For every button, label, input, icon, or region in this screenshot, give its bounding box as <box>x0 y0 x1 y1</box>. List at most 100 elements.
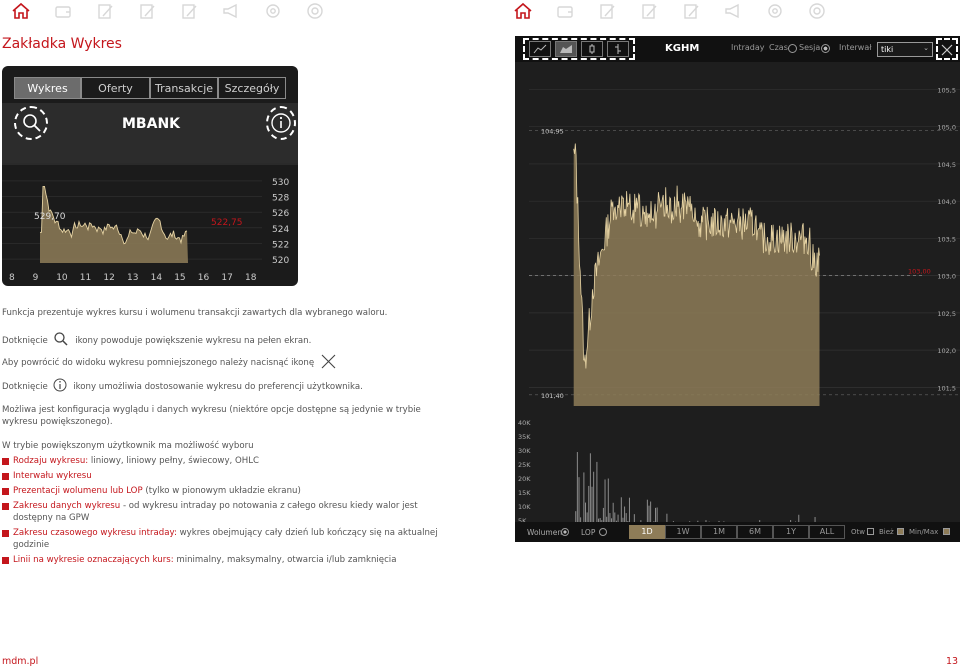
candle-chart-button[interactable] <box>581 41 603 57</box>
y-tick-label: 520 <box>272 256 289 266</box>
paragraph-config: Możliwa jest konfiguracja wyglądu i dany… <box>2 405 421 427</box>
min-price-label: 101,40 <box>541 392 564 400</box>
otw-label[interactable]: Otw <box>851 528 865 536</box>
volume-label[interactable]: Wolumen <box>527 528 562 537</box>
range-6m-button[interactable]: 6M <box>737 525 773 539</box>
range-1w-button[interactable]: 1W <box>665 525 701 539</box>
list-item-desc: minimalny, maksymalny, otwarcia i/lub za… <box>173 555 397 565</box>
biez-label[interactable]: Bież <box>879 528 894 536</box>
paragraph-search-a: Dotknięcie <box>2 336 48 346</box>
x-tick-label: 11 <box>80 273 91 283</box>
list-item-desc: (tylko w pionowym układzie ekranu) <box>142 486 301 496</box>
line-chart-button[interactable] <box>529 41 551 57</box>
paragraph-info-b: ikony umożliwia dostosowanie wykresu do … <box>73 382 363 392</box>
panel-bottom-bar: Wolumen LOP 1D 1W 1M 6M 1Y ALL Otw Bież … <box>515 522 960 542</box>
volume-tick-label: 25K <box>518 461 531 469</box>
price-tick-label: 102,5 <box>937 310 956 318</box>
note-icon[interactable] <box>586 0 628 22</box>
lop-radio[interactable] <box>599 528 607 536</box>
paragraph-intro: Funkcja prezentuje wykres kursu i wolume… <box>2 308 388 318</box>
note-icon[interactable] <box>168 0 210 22</box>
note-icon[interactable] <box>84 0 126 22</box>
price-tick-label: 105,5 <box>937 86 956 94</box>
note-icon[interactable] <box>670 0 712 22</box>
lifebuoy-icon[interactable] <box>294 0 336 22</box>
range-1m-button[interactable]: 1M <box>701 525 737 539</box>
info-icon[interactable] <box>270 112 292 134</box>
search-icon <box>54 332 69 346</box>
minmax-checkbox[interactable] <box>943 528 950 535</box>
ohlc-chart-button[interactable] <box>607 41 629 57</box>
x-tick-label: 9 <box>33 273 39 283</box>
home-icon[interactable] <box>0 0 42 22</box>
volume-tick-label: 40K <box>518 419 531 427</box>
close-icon <box>321 354 336 369</box>
range-all-button[interactable]: ALL <box>809 525 845 539</box>
phone-tabs: Wykres Oferty Transakcje Szczegóły <box>14 77 286 99</box>
czas-label[interactable]: Czas <box>769 43 788 52</box>
range-1d-button[interactable]: 1D <box>629 525 665 539</box>
list-item-term: Prezentacji wolumenu lub LOP <box>13 486 143 496</box>
megaphone-icon[interactable] <box>210 0 252 22</box>
price-tick-label: 103,5 <box>937 235 956 243</box>
czas-radio[interactable] <box>788 44 797 53</box>
volume-tick-label: 15K <box>518 489 531 497</box>
last-price-label: 103,00 <box>908 268 931 276</box>
paragraph-search-b: ikony powoduje powiększenie wykresu na p… <box>75 336 312 346</box>
gear-icon[interactable] <box>252 0 294 22</box>
price-tick-label: 101,5 <box>937 384 956 392</box>
tab-transakcje[interactable]: Transakcje <box>150 77 218 99</box>
search-icon[interactable] <box>21 112 43 134</box>
wallet-icon[interactable] <box>544 0 586 22</box>
interval-select[interactable]: tiki ⌄ <box>877 42 933 57</box>
wallet-icon[interactable] <box>42 0 84 22</box>
panel-toolbar: KGHM Intraday Czas Sesja Interwał tiki ⌄ <box>515 36 960 62</box>
chevron-down-icon: ⌄ <box>923 44 929 52</box>
intraday-price-volume-chart: 105,5 105,0 104,5 104,0 103,5 103,0 102,5 102,0… <box>518 62 960 522</box>
footer-site[interactable]: mdm.pl <box>2 656 38 667</box>
x-tick-label: 15 <box>174 273 185 283</box>
x-tick-label: 13 <box>127 273 138 283</box>
range-1y-button[interactable]: 1Y <box>773 525 809 539</box>
y-tick-label: 526 <box>272 209 289 219</box>
gear-icon[interactable] <box>754 0 796 22</box>
y-tick-label: 528 <box>272 194 289 204</box>
tab-oferty[interactable]: Oferty <box>81 77 150 99</box>
volume-radio[interactable] <box>561 528 569 536</box>
y-tick-label: 530 <box>272 178 289 188</box>
note-icon[interactable] <box>628 0 670 22</box>
last-price-label: 522,75 <box>211 218 243 228</box>
intraday-label[interactable]: Intraday <box>731 43 764 52</box>
lifebuoy-icon[interactable] <box>796 0 838 22</box>
biez-checkbox[interactable] <box>897 528 904 535</box>
x-tick-label: 14 <box>151 273 163 283</box>
sesja-label[interactable]: Sesja <box>799 43 820 52</box>
megaphone-icon[interactable] <box>712 0 754 22</box>
x-tick-label: 16 <box>198 273 210 283</box>
minmax-label[interactable]: Min/Max <box>909 528 938 536</box>
x-tick-label: 8 <box>9 273 15 283</box>
otw-checkbox[interactable] <box>867 528 874 535</box>
lop-label[interactable]: LOP <box>581 528 595 537</box>
phone-header-bar <box>2 103 298 163</box>
home-icon[interactable] <box>502 0 544 22</box>
top-icon-strip-left <box>0 0 336 22</box>
x-tick-label: 17 <box>221 273 232 283</box>
paragraph-info: Dotknięcie ikony umożliwia dostosowanie … <box>2 378 442 393</box>
tab-szczegoly[interactable]: Szczegóły <box>218 77 286 99</box>
list-item: Linii na wykresie oznaczających kurs: mi… <box>2 554 442 566</box>
panel-symbol: KGHM <box>665 43 700 54</box>
sesja-radio[interactable] <box>821 44 830 53</box>
list-item: Zakresu danych wykresu - od wykresu intr… <box>2 500 442 524</box>
x-tick-label: 18 <box>245 273 257 283</box>
max-price-label: 104,95 <box>541 127 564 135</box>
max-price-label: 529,70 <box>34 212 66 222</box>
price-tick-label: 103,0 <box>937 273 956 281</box>
price-tick-label: 104,5 <box>937 161 956 169</box>
y-tick-label: 522 <box>272 240 289 250</box>
area-chart-button[interactable] <box>555 41 577 57</box>
close-icon[interactable] <box>941 44 953 56</box>
note-icon[interactable] <box>126 0 168 22</box>
list-item: Interwału wykresu <box>2 470 442 482</box>
tab-wykres[interactable]: Wykres <box>14 77 81 99</box>
